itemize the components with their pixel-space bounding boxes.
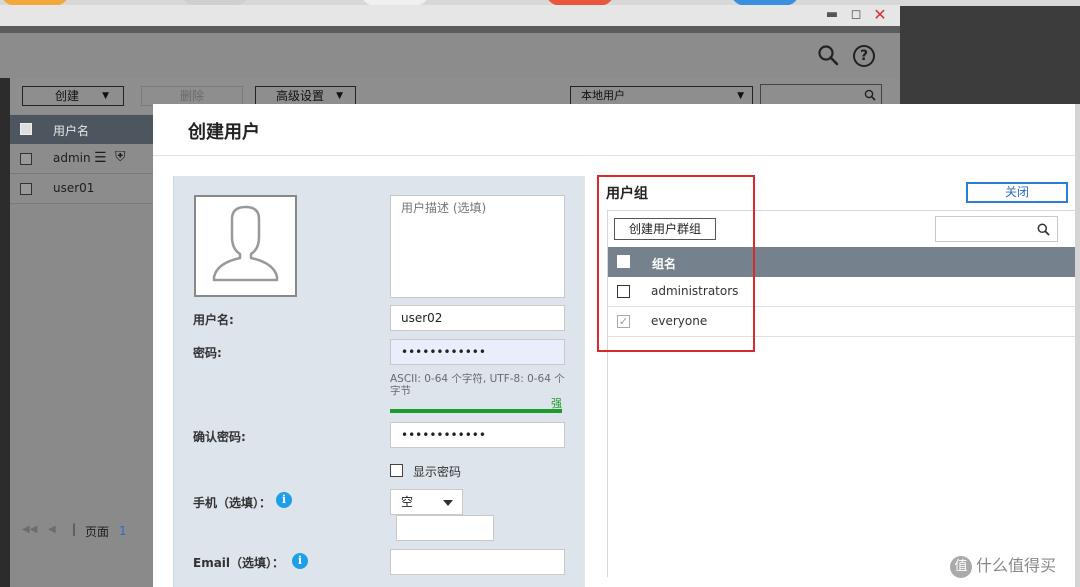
close-icon[interactable]: ✕	[872, 7, 888, 23]
chevron-down-icon: ▼	[102, 91, 109, 101]
username-cell: admin	[53, 151, 91, 165]
advanced-settings-label: 高级设置	[276, 89, 325, 103]
row-checkbox[interactable]	[20, 183, 32, 195]
password-strength-bar	[390, 409, 562, 413]
confirm-password-label: 确认密码:	[193, 430, 246, 444]
shield-icon: ⛨	[115, 149, 126, 165]
create-button-label: 创建	[55, 89, 80, 103]
search-icon	[1037, 223, 1050, 236]
window-titlebar	[0, 5, 900, 27]
table-row[interactable]: admin ☰ ⛨	[10, 144, 155, 174]
search-icon[interactable]	[817, 44, 839, 66]
page-number[interactable]: 1	[119, 524, 127, 538]
show-password-label: 显示密码	[413, 465, 462, 479]
watermark-text: 什么值得买	[976, 556, 1057, 575]
watermark: 值什么值得买	[950, 552, 1056, 578]
create-user-dialog: 创建用户 用户名: user02 密码: •••••••••••• ASCII:…	[153, 104, 1080, 587]
show-password-checkbox[interactable]	[390, 464, 403, 477]
annotation-highlight-box	[597, 175, 755, 352]
username-label: 用户名:	[193, 313, 234, 327]
pager-divider: |	[72, 522, 77, 536]
page-label: 页面	[85, 525, 110, 539]
help-icon[interactable]: ?	[853, 45, 875, 67]
prev-page-icon[interactable]: ◀	[48, 524, 56, 535]
dialog-title: 创建用户	[188, 122, 260, 143]
password-hint: ASCII: 0-64 个字符, UTF-8: 0-64 个字节	[390, 373, 565, 397]
avatar[interactable]	[194, 195, 297, 297]
advanced-settings-button[interactable]: 高级设置 ▼	[255, 86, 356, 106]
first-page-icon[interactable]: ◀◀	[22, 524, 37, 535]
password-input[interactable]: ••••••••••••	[390, 339, 565, 365]
minimize-icon[interactable]: ▬	[824, 7, 840, 23]
chevron-down-icon	[443, 500, 453, 506]
user-search-input[interactable]	[760, 84, 882, 106]
settings-sliders-icon[interactable]: ☰	[94, 150, 107, 166]
username-column-header: 用户名	[53, 124, 90, 138]
select-all-checkbox[interactable]	[20, 123, 32, 135]
user-table-header: 用户名	[10, 115, 155, 144]
row-checkbox[interactable]	[20, 153, 32, 165]
confirm-password-input[interactable]: ••••••••••••	[390, 422, 565, 448]
phone-input[interactable]	[396, 515, 494, 541]
user-scope-value: 本地用户	[581, 89, 625, 102]
window-header	[0, 33, 900, 78]
info-icon[interactable]: i	[276, 492, 292, 508]
search-icon	[864, 89, 876, 101]
user-avatar-icon	[212, 205, 279, 282]
email-label: Email（选填）：	[193, 556, 285, 570]
table-row[interactable]: user01	[10, 174, 155, 204]
info-icon[interactable]: i	[292, 553, 308, 569]
dialog-edge	[1075, 104, 1080, 587]
user-form: 用户名: user02 密码: •••••••••••• ASCII: 0-64…	[173, 176, 585, 587]
create-button[interactable]: 创建 ▼	[22, 86, 124, 106]
close-button[interactable]: 关闭	[966, 182, 1068, 203]
username-cell: user01	[53, 181, 95, 195]
phone-label: 手机（选填）：	[193, 496, 272, 510]
chevron-down-icon: ▼	[737, 91, 744, 101]
pager: ◀◀ ◀ | 页面 1	[10, 517, 155, 545]
delete-button[interactable]: 删除	[141, 86, 243, 106]
dialog-divider	[153, 155, 1080, 156]
watermark-badge: 值	[950, 555, 972, 578]
phone-country-select[interactable]: 空	[390, 489, 463, 515]
phone-country-value: 空	[401, 495, 414, 509]
user-description-input[interactable]	[390, 195, 565, 298]
window-left-edge	[0, 78, 10, 587]
window-title-band	[0, 26, 900, 33]
username-input[interactable]: user02	[390, 305, 565, 331]
delete-button-label: 删除	[179, 89, 204, 103]
chevron-down-icon: ▼	[336, 91, 343, 101]
email-input[interactable]	[390, 549, 565, 575]
password-label: 密码:	[193, 346, 222, 360]
user-scope-select[interactable]: 本地用户 ▼	[570, 86, 753, 106]
maximize-icon[interactable]: ◻	[848, 7, 864, 23]
group-search-input[interactable]	[935, 216, 1058, 242]
